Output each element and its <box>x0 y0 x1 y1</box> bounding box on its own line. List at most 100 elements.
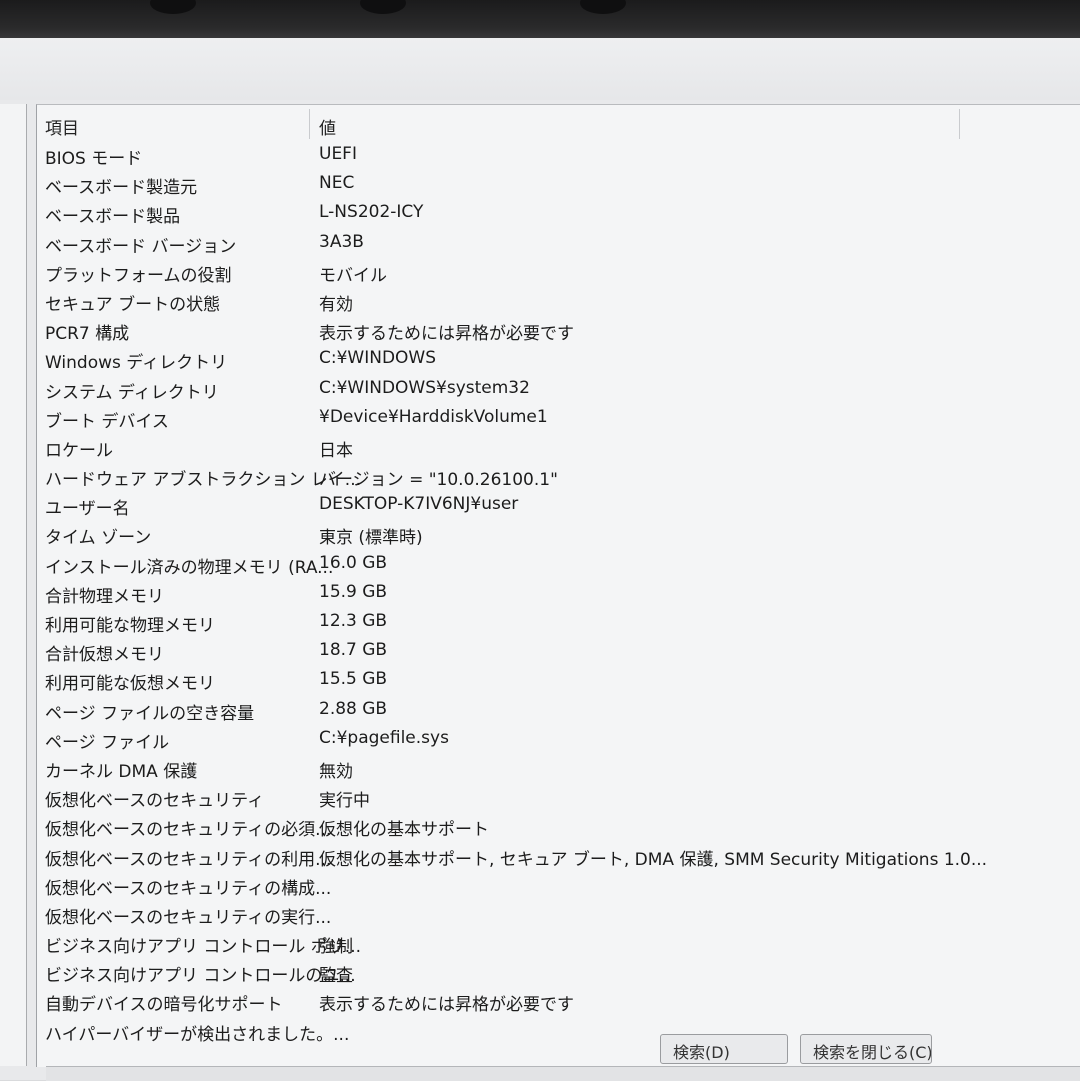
table-row[interactable]: ハードウェア アブストラクション レイ... バージョン = "10.0.2610… <box>37 462 1080 491</box>
table-row[interactable]: ブート デバイス ¥Device¥HarddiskVolume1 <box>37 404 1080 433</box>
screen-bezel <box>0 0 1080 40</box>
table-row[interactable]: ベースボード製品 L-NS202-ICY <box>37 199 1080 228</box>
row-item-name: カーネル DMA 保護 <box>45 761 198 782</box>
row-item-name: ユーザー名 <box>45 499 130 520</box>
table-row[interactable]: 利用可能な仮想メモリ 15.5 GB <box>37 666 1080 695</box>
list-rows: BIOS モード UEFI ベースボード製造元 NEC ベースボード製品 L-NS202-… <box>37 141 1080 1046</box>
row-item-name: 利用可能な物理メモリ <box>45 616 215 636</box>
table-row[interactable]: ベースボード製造元 NEC <box>37 170 1080 199</box>
row-item-name: 仮想化ベースのセキュリティの構成... <box>45 878 332 899</box>
row-item-value: DESKTOP-K7IV6NJ¥user <box>319 494 519 515</box>
row-item-value: バージョン = "10.0.26100.1" <box>319 470 558 491</box>
row-item-name: 仮想化ベースのセキュリティ <box>45 791 265 812</box>
bezel-mark <box>150 0 196 14</box>
row-item-name: 合計仮想メモリ <box>45 645 164 666</box>
system-summary-list[interactable]: 項目 値 BIOS モード UEFI ベースボード製造元 NEC ベースボード製品 L-N… <box>36 104 1080 1067</box>
row-item-value: 表示するためには昇格が必要です <box>319 324 574 345</box>
row-item-name: 仮想化ベースのセキュリティの必須... <box>45 820 332 841</box>
table-row[interactable]: 合計物理メモリ 15.9 GB <box>37 579 1080 608</box>
column-header-item[interactable]: 項目 <box>45 105 309 141</box>
row-item-value: 3A3B <box>319 231 364 252</box>
row-item-value: L-NS202-ICY <box>319 202 424 223</box>
row-item-name: システム ディレクトリ <box>45 382 219 403</box>
row-item-name: 自動デバイスの暗号化サポート <box>45 995 283 1016</box>
table-row[interactable]: ビジネス向けアプリ コントロール ポリ... 強制 <box>37 929 1080 958</box>
table-row[interactable]: ユーザー名 DESKTOP-K7IV6NJ¥user <box>37 491 1080 520</box>
row-item-name: 仮想化ベースのセキュリティの利用... <box>45 849 332 870</box>
column-resize-handle[interactable] <box>309 109 310 139</box>
table-row[interactable]: Windows ディレクトリ C:¥WINDOWS <box>37 345 1080 374</box>
table-row[interactable]: プラットフォームの役割 モバイル <box>37 258 1080 287</box>
row-item-name: ロケール <box>45 440 113 461</box>
row-item-name: 仮想化ベースのセキュリティの実行... <box>45 907 332 928</box>
row-item-value: C:¥pagefile.sys <box>319 727 449 748</box>
row-item-value: C:¥WINDOWS¥system32 <box>319 377 530 398</box>
row-item-value: 実行中 <box>319 791 370 812</box>
row-item-name: PCR7 構成 <box>45 324 130 345</box>
row-item-name: セキュア ブートの状態 <box>45 294 221 315</box>
table-row[interactable]: ロケール 日本 <box>37 433 1080 462</box>
column-header-value[interactable]: 値 <box>311 105 959 141</box>
row-item-name: ベースボード バージョン <box>45 236 237 257</box>
row-item-value: 強制 <box>319 937 353 958</box>
list-header: 項目 値 <box>37 105 1080 141</box>
column-resize-handle[interactable] <box>959 109 960 139</box>
table-row[interactable]: セキュア ブートの状態 有効 <box>37 287 1080 316</box>
row-item-value: 監査 <box>319 966 353 987</box>
window-titlebar <box>0 38 1080 100</box>
row-item-name: 利用可能な仮想メモリ <box>45 674 215 695</box>
table-row[interactable]: 利用可能な物理メモリ 12.3 GB <box>37 608 1080 637</box>
row-item-value: 仮想化の基本サポート <box>319 820 489 841</box>
row-item-value: 表示するためには昇格が必要です <box>319 995 574 1016</box>
row-item-name: ベースボード製品 <box>45 207 181 228</box>
row-item-name: ハイパーバイザーが検出されました。... <box>45 1024 350 1045</box>
close-find-button[interactable]: 検索を閉じる(C) <box>800 1034 932 1064</box>
row-item-name: インストール済みの物理メモリ (RA... <box>45 557 334 578</box>
row-item-value: 仮想化の基本サポート, セキュア ブート, DMA 保護, SMM Securi… <box>319 849 988 870</box>
row-item-value: 15.9 GB <box>319 581 388 602</box>
column-header-value-label: 値 <box>319 119 336 139</box>
table-row[interactable]: ページ ファイルの空き容量 2.88 GB <box>37 696 1080 725</box>
table-row[interactable]: 仮想化ベースのセキュリティの必須... 仮想化の基本サポート <box>37 812 1080 841</box>
row-item-name: Windows ディレクトリ <box>45 353 228 374</box>
horizontal-scrollbar[interactable] <box>46 1066 1080 1081</box>
row-item-value: 東京 (標準時) <box>319 528 423 549</box>
row-item-value: NEC <box>319 173 355 194</box>
table-row[interactable]: システム ディレクトリ C:¥WINDOWS¥system32 <box>37 375 1080 404</box>
row-item-name: ページ ファイルの空き容量 <box>45 703 255 724</box>
row-item-value: 16.0 GB <box>319 552 388 573</box>
table-row[interactable]: タイム ゾーン 東京 (標準時) <box>37 520 1080 549</box>
row-item-name: ビジネス向けアプリ コントロールのユ... <box>45 966 356 987</box>
row-item-name: ブート デバイス <box>45 411 169 432</box>
row-item-value: UEFI <box>319 144 357 164</box>
table-row[interactable]: ビジネス向けアプリ コントロールのユ... 監査 <box>37 958 1080 987</box>
table-row[interactable]: ベースボード バージョン 3A3B <box>37 229 1080 258</box>
table-row[interactable]: 自動デバイスの暗号化サポート 表示するためには昇格が必要です <box>37 987 1080 1016</box>
find-button[interactable]: 検索(D) <box>660 1034 788 1064</box>
table-row[interactable]: カーネル DMA 保護 無効 <box>37 754 1080 783</box>
table-row[interactable]: インストール済みの物理メモリ (RA... 16.0 GB <box>37 550 1080 579</box>
table-row[interactable]: 仮想化ベースのセキュリティの利用... 仮想化の基本サポート, セキュア ブート,… <box>37 842 1080 871</box>
row-item-value: 有効 <box>319 294 353 315</box>
category-tree-pane[interactable] <box>0 104 27 1066</box>
row-item-value: 無効 <box>319 761 353 782</box>
row-item-name: タイム ゾーン <box>45 528 152 549</box>
table-row[interactable]: 合計仮想メモリ 18.7 GB <box>37 637 1080 666</box>
row-item-value: 日本 <box>319 440 353 461</box>
row-item-value: 18.7 GB <box>319 640 388 661</box>
row-item-value: モバイル <box>319 265 387 286</box>
row-item-name: BIOS モード <box>45 149 143 169</box>
table-row[interactable]: ページ ファイル C:¥pagefile.sys <box>37 725 1080 754</box>
row-item-name: プラットフォームの役割 <box>45 265 232 286</box>
table-row[interactable]: 仮想化ベースのセキュリティの実行... <box>37 900 1080 929</box>
table-row[interactable]: 仮想化ベースのセキュリティ 実行中 <box>37 783 1080 812</box>
row-item-name: 合計物理メモリ <box>45 586 164 607</box>
bezel-mark <box>580 0 626 14</box>
row-item-value: C:¥WINDOWS <box>319 348 437 369</box>
row-item-name: ハードウェア アブストラクション レイ... <box>45 470 362 491</box>
table-row[interactable]: PCR7 構成 表示するためには昇格が必要です <box>37 316 1080 345</box>
row-item-value: 15.5 GB <box>319 669 388 690</box>
row-item-value: 12.3 GB <box>319 611 388 631</box>
table-row[interactable]: BIOS モード UEFI <box>37 141 1080 170</box>
table-row[interactable]: 仮想化ベースのセキュリティの構成... <box>37 871 1080 900</box>
